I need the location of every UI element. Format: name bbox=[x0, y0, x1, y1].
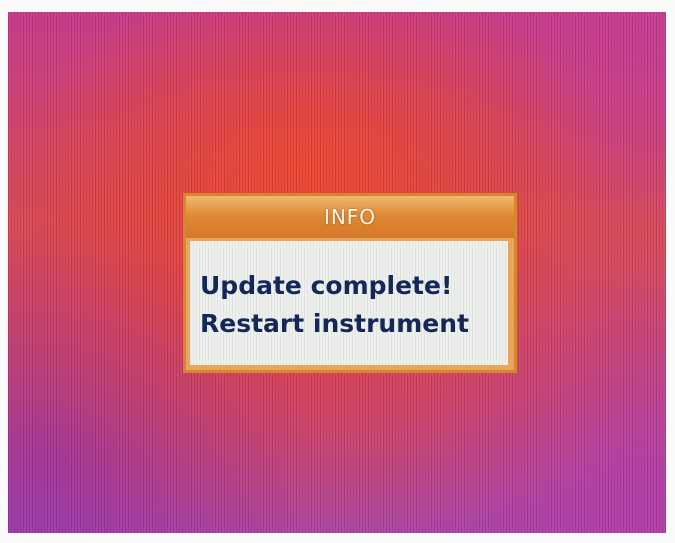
instrument-screen: INFO Update complete! Restart instrument bbox=[8, 12, 666, 533]
dialog-header: INFO bbox=[186, 196, 514, 238]
message-line-2: Restart instrument bbox=[200, 309, 469, 338]
info-dialog: INFO Update complete! Restart instrument bbox=[183, 193, 517, 373]
dialog-body: Update complete! Restart instrument bbox=[190, 241, 508, 365]
photo-frame: INFO Update complete! Restart instrument bbox=[0, 0, 675, 543]
message-line-1: Update complete! bbox=[200, 271, 453, 300]
dialog-title: INFO bbox=[323, 205, 377, 229]
